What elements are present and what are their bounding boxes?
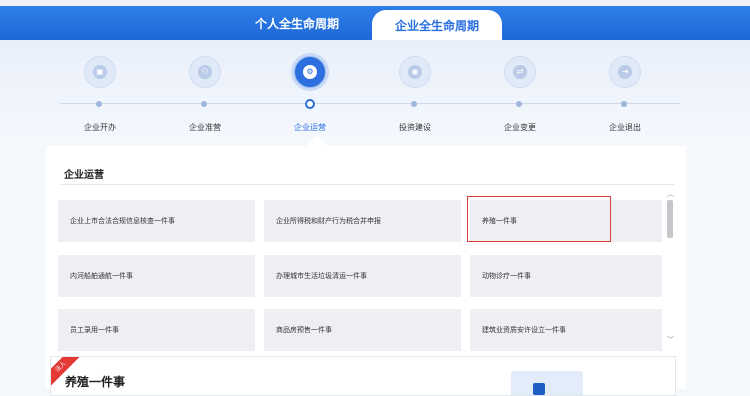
step-icon-circle: ◉ (399, 56, 431, 88)
gear-shield-icon: ⚙ (303, 65, 317, 79)
step-icon-circle: ⇄ (504, 56, 536, 88)
exchange-icon: ⇄ (513, 65, 527, 79)
tab-enterprise-lifecycle[interactable]: 企业全生命周期 (372, 10, 502, 40)
service-tile[interactable]: 员工录用一件事 (58, 309, 255, 351)
detail-title: 养殖一件事 (65, 375, 126, 389)
step-dot (305, 99, 315, 109)
service-tile[interactable]: 商品房预售一件事 (264, 309, 461, 351)
step-label: 企业退出 (609, 123, 641, 132)
exit-icon: ⇥ (618, 65, 632, 79)
id-card-icon: ▣ (93, 65, 107, 79)
tiles-scrollbar[interactable]: ︿ ﹀ (664, 188, 676, 348)
service-tile[interactable]: 企业所得税和财产行为税合并申报 (264, 200, 461, 242)
step-icon-circle: ⇥ (609, 56, 641, 88)
step-dot (516, 101, 522, 107)
step-icon-circle: ⚙ (294, 56, 326, 88)
step-dot (96, 101, 102, 107)
scroll-down-icon[interactable]: ﹀ (667, 336, 674, 344)
service-detail-card: 法人 养殖一件事 (50, 356, 676, 396)
service-tile[interactable]: 建筑业资质安许设立一件事 (470, 309, 662, 351)
service-tile[interactable]: 办理城市生活垃圾清运一件事 (264, 255, 461, 297)
step-dot (621, 101, 627, 107)
steps-connector-line (60, 103, 680, 104)
step-label: 企业变更 (504, 123, 536, 132)
user-icon: ⚇ (198, 65, 212, 79)
step-dot (411, 101, 417, 107)
tab-personal-lifecycle[interactable]: 个人全生命周期 (237, 6, 357, 40)
service-tile[interactable]: 内河船舶通航一件事 (58, 255, 255, 297)
service-tile[interactable]: 企业上市合法合规信息核查一件事 (58, 200, 255, 242)
active-step-pointer (303, 136, 331, 148)
lifecycle-steps: ▣ 企业开办 ⚇ 企业准营 ⚙ 企业运营 ◉ 投资建设 ⇄ 企业变更 ⇥ 企业退… (0, 40, 750, 144)
step-label: 投资建设 (399, 123, 431, 132)
scrollbar-thumb[interactable] (667, 200, 673, 238)
service-tile[interactable]: 动物诊疗一件事 (470, 255, 662, 297)
document-icon (533, 383, 545, 395)
step-dot (201, 101, 207, 107)
step-label: 企业准营 (189, 123, 221, 132)
step-label: 企业开办 (84, 123, 116, 132)
top-header: 个人全生命周期 企业全生命周期 (0, 6, 750, 40)
divider (60, 184, 674, 185)
step-icon-circle: ▣ (84, 56, 116, 88)
scroll-up-icon[interactable]: ︿ (667, 190, 674, 198)
service-illustration (511, 371, 583, 395)
step-icon-circle: ⚇ (189, 56, 221, 88)
coins-icon: ◉ (408, 65, 422, 79)
selection-highlight (467, 196, 611, 242)
step-label: 企业运营 (294, 123, 326, 132)
panel-title: 企业运营 (64, 170, 104, 181)
